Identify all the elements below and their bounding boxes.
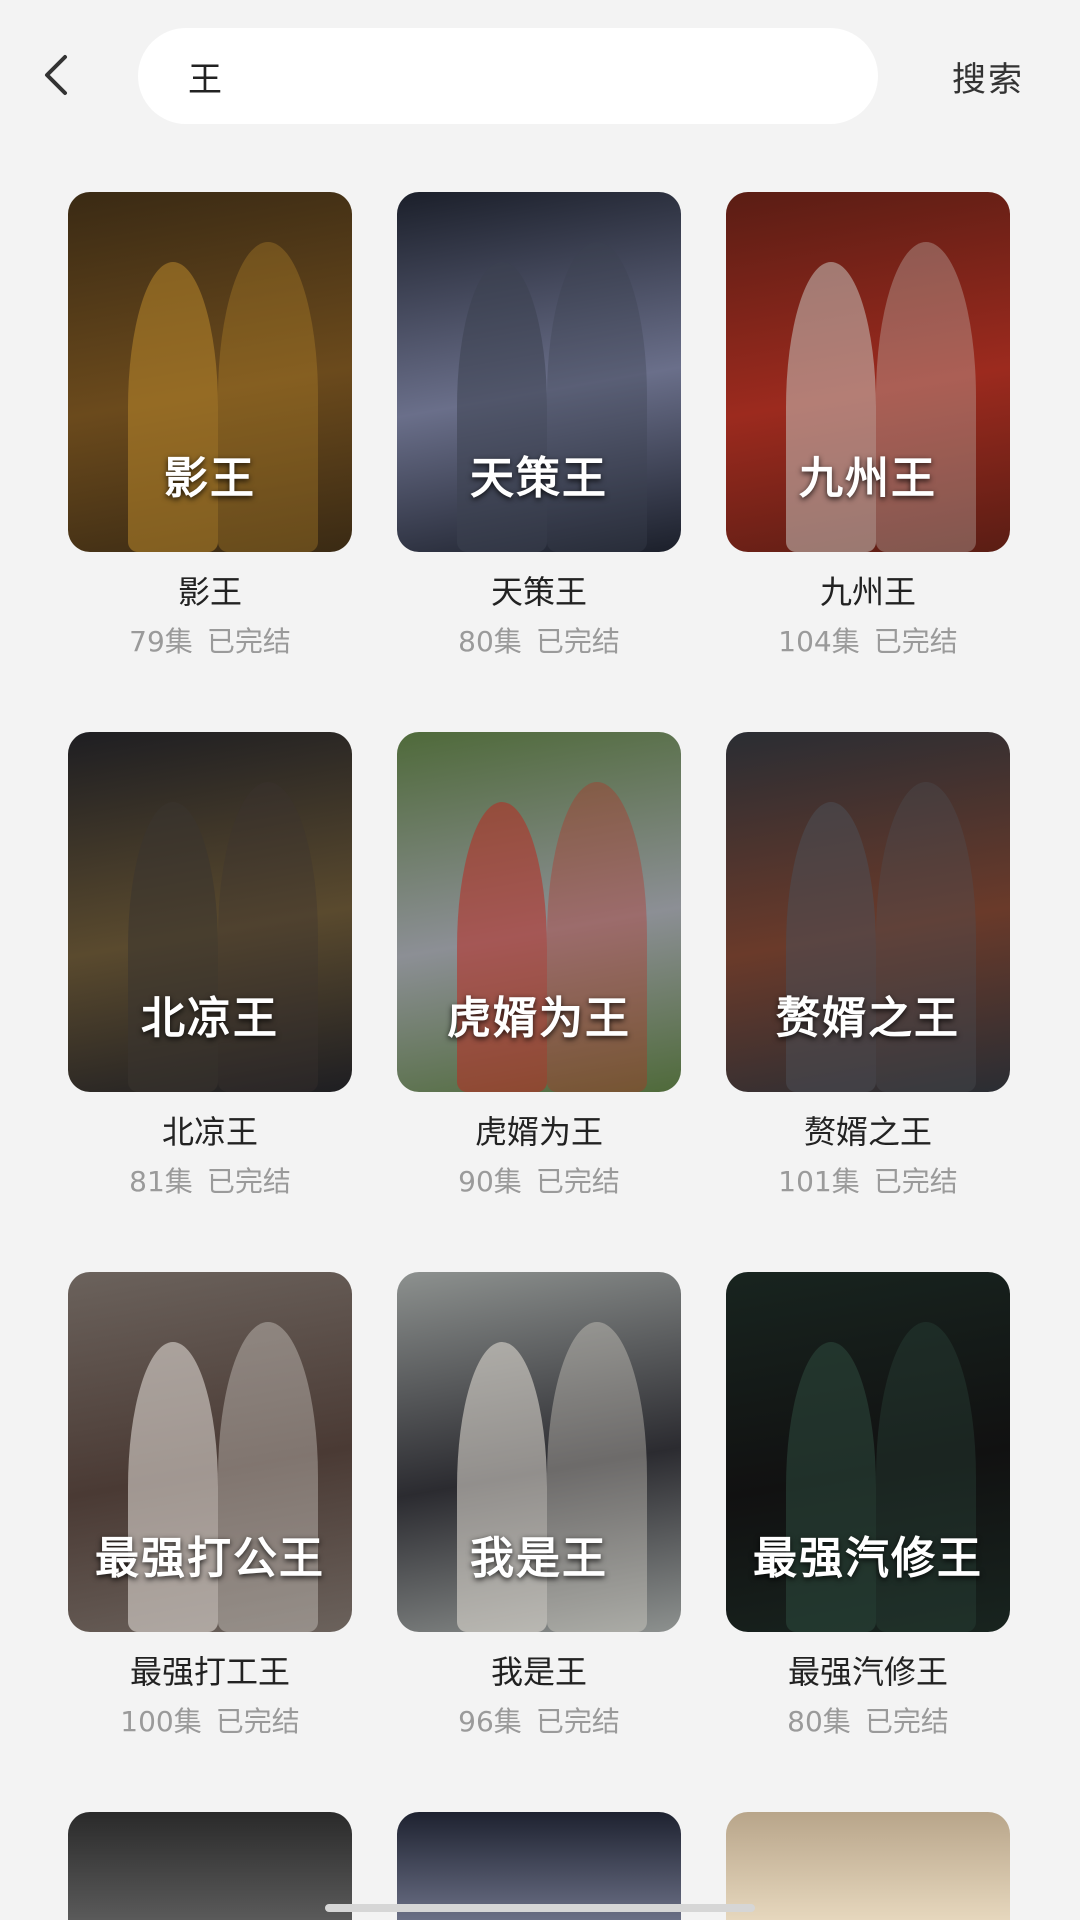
drama-title[interactable]: 最强汽修王 [726,1652,1010,1692]
episode-count: 79集 [129,625,193,658]
top-bar: 搜索 [0,0,1080,150]
episode-count: 101集 [778,1165,860,1198]
poster-title-text: 赘婿之王 [776,993,960,1044]
drama-meta: 81集 已完结 [68,1164,352,1200]
drama-meta: 104集 已完结 [726,624,1010,660]
poster-title-text: 最强打公王 [95,1533,325,1584]
poster-image[interactable] [68,1812,352,1920]
poster-figure [128,802,218,1092]
drama-title[interactable]: 北凉王 [68,1112,352,1152]
episode-count: 90集 [458,1165,522,1198]
drama-card[interactable]: 影王 影王 79集 已完结 [68,192,352,732]
poster-image[interactable] [726,1812,1010,1920]
drama-title[interactable]: 九州王 [726,572,1010,612]
poster-title-text: 天策王 [470,453,608,504]
poster-image[interactable]: 最强打公王 [68,1272,352,1632]
search-box[interactable] [138,28,878,124]
home-indicator [325,1904,755,1912]
drama-card[interactable]: 天策王 天策王 80集 已完结 [397,192,681,732]
poster-figure [128,1342,218,1632]
drama-title[interactable]: 最强打工王 [68,1652,352,1692]
drama-meta: 80集 已完结 [726,1704,1010,1740]
poster-image[interactable]: 虎婿为王 [397,732,681,1092]
search-button[interactable]: 搜索 [952,52,1024,101]
poster-title-text: 北凉王 [141,993,279,1044]
drama-card[interactable]: 最强汽修王 最强汽修王 80集 已完结 [726,1272,1010,1812]
completion-status: 已完结 [215,1705,300,1738]
poster-title-text: 虎婿为王 [447,993,631,1044]
poster-title-text: 影王 [164,453,256,504]
drama-card[interactable]: 最强打公王最强打工王 100集 已完结 [68,1272,352,1812]
drama-title[interactable]: 赘婿之王 [726,1112,1010,1152]
episode-count: 80集 [787,1705,851,1738]
completion-status: 已完结 [873,625,958,658]
drama-card[interactable]: 赘婿之王 赘婿之王 101集 已完结 [726,732,1010,1272]
poster-title-text: 最强汽修王 [753,1533,983,1584]
poster-image[interactable]: 影王 [68,192,352,552]
drama-title[interactable]: 天策王 [397,572,681,612]
results-grid: 影王 影王 79集 已完结 天策王 天策王 80集 已完结 九州王 九州王 104集 已完结 北凉王 北凉… [68,192,1012,1812]
episode-count: 104集 [778,625,860,658]
episode-count: 100集 [120,1705,202,1738]
drama-title[interactable]: 虎婿为王 [397,1112,681,1152]
drama-title[interactable]: 我是王 [397,1652,681,1692]
episode-count: 80集 [458,625,522,658]
chevron-left-icon[interactable] [41,53,69,97]
poster-image[interactable]: 北凉王 [68,732,352,1092]
poster-figure [786,262,876,552]
drama-meta: 101集 已完结 [726,1164,1010,1200]
completion-status: 已完结 [535,1705,620,1738]
poster-image[interactable]: 天策王 [397,192,681,552]
drama-card[interactable]: 北凉王 北凉王 81集 已完结 [68,732,352,1272]
drama-meta: 100集 已完结 [68,1704,352,1740]
search-input[interactable] [186,55,830,97]
poster-figure [786,802,876,1092]
drama-meta: 80集 已完结 [397,624,681,660]
completion-status: 已完结 [206,625,291,658]
completion-status: 已完结 [873,1165,958,1198]
poster-figure [457,1342,547,1632]
drama-card[interactable]: 虎婿为王 虎婿为王 90集 已完结 [397,732,681,1272]
poster-title-text: 九州王 [799,453,937,504]
poster-image[interactable]: 赘婿之王 [726,732,1010,1092]
episode-count: 96集 [458,1705,522,1738]
completion-status: 已完结 [535,625,620,658]
poster-figure [457,802,547,1092]
completion-status: 已完结 [535,1165,620,1198]
completion-status: 已完结 [864,1705,949,1738]
back-button[interactable] [30,45,80,105]
drama-meta: 79集 已完结 [68,624,352,660]
drama-meta: 96集 已完结 [397,1704,681,1740]
poster-figure [457,262,547,552]
poster-image[interactable]: 我是王 [397,1272,681,1632]
poster-figure [786,1342,876,1632]
completion-status: 已完结 [206,1165,291,1198]
poster-title-text: 我是王 [470,1533,608,1584]
drama-card[interactable]: 九州王 九州王 104集 已完结 [726,192,1010,732]
poster-image[interactable]: 九州王 [726,192,1010,552]
drama-meta: 90集 已完结 [397,1164,681,1200]
drama-card[interactable]: 我是王 我是王 96集 已完结 [397,1272,681,1812]
poster-figure [128,262,218,552]
drama-title[interactable]: 影王 [68,572,352,612]
poster-image[interactable]: 最强汽修王 [726,1272,1010,1632]
episode-count: 81集 [129,1165,193,1198]
